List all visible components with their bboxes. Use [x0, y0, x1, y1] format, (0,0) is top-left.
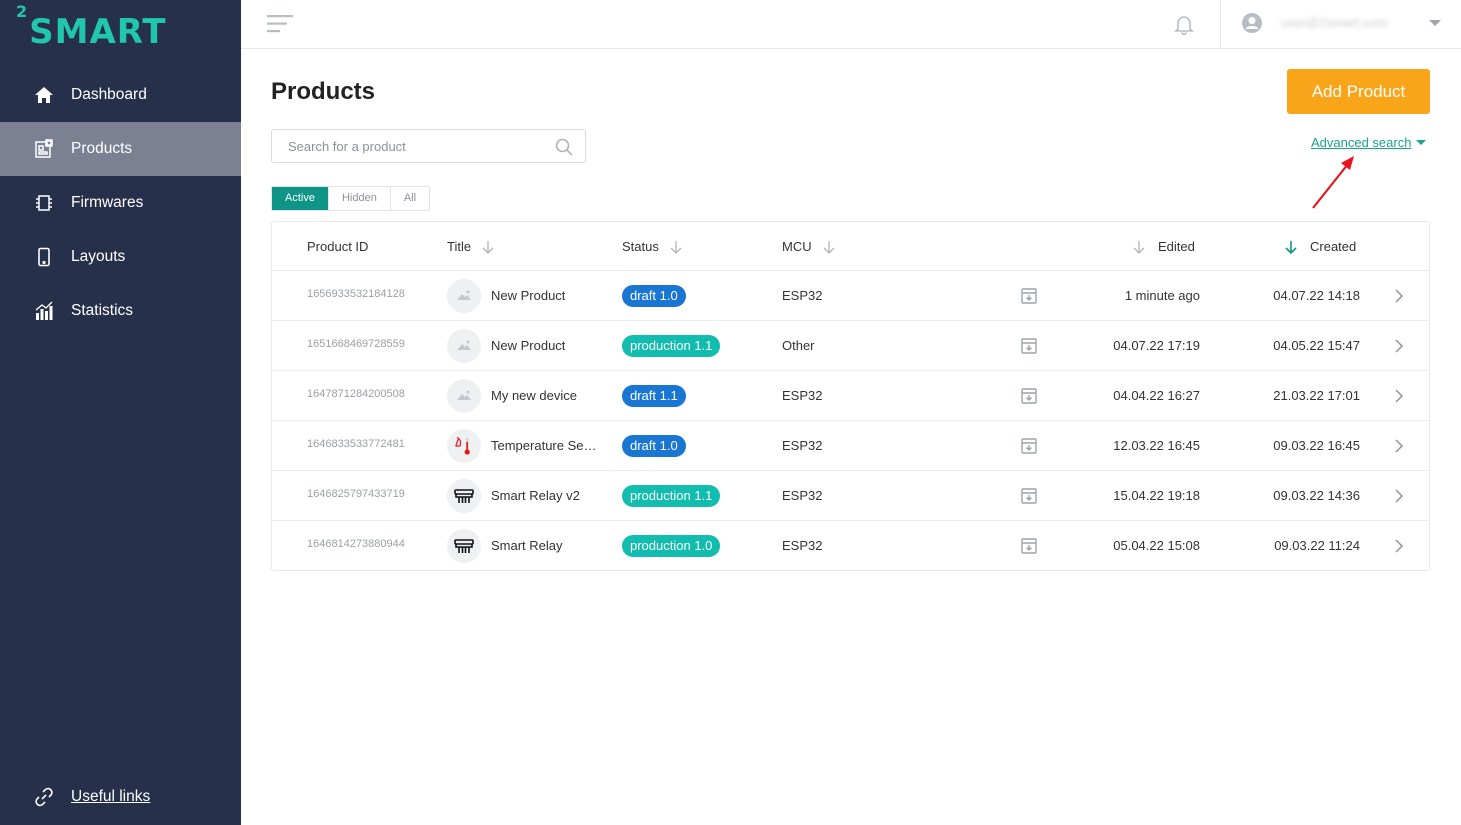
filter-all[interactable]: All: [389, 187, 429, 210]
created-date: 09.03.22 16:45: [1273, 438, 1360, 453]
top-bar: user@2smart.com: [241, 0, 1461, 49]
header-product-id[interactable]: Product ID: [307, 239, 368, 254]
row-open-button[interactable]: [1392, 321, 1406, 370]
sort-arrow-active-icon: [1285, 240, 1297, 254]
filter-hidden[interactable]: Hidden: [327, 187, 390, 210]
sidebar-item-firmwares[interactable]: Firmwares: [0, 176, 241, 230]
sidebar-item-label: Statistics: [71, 302, 134, 319]
user-email: user@2smart.com: [1281, 15, 1388, 30]
created-date: 04.05.22 15:47: [1273, 338, 1360, 353]
created-date: 21.03.22 17:01: [1273, 388, 1360, 403]
row-open-button[interactable]: [1392, 421, 1406, 470]
search-icon[interactable]: [555, 138, 573, 156]
app-logo[interactable]: 2SMART: [16, 2, 167, 52]
sidebar-item-layouts[interactable]: Layouts: [0, 230, 241, 284]
chevron-right-icon: [1395, 488, 1404, 503]
sort-arrow-icon: [823, 240, 835, 254]
table-row[interactable]: 1646814273880944 Smart Relay production …: [272, 521, 1429, 571]
table-row[interactable]: 1656933532184128 New Product draft 1.0 E…: [272, 271, 1429, 321]
sidebar-item-label: Dashboard: [71, 86, 147, 103]
row-open-button[interactable]: [1392, 471, 1406, 520]
header-mcu[interactable]: MCU: [782, 239, 836, 254]
phone-icon: [38, 247, 50, 267]
advanced-search-label: Advanced search: [1311, 135, 1412, 150]
chevron-down-icon: [1429, 20, 1441, 26]
chip-icon: [36, 195, 52, 211]
chevron-right-icon: [1395, 438, 1404, 453]
page-title: Products: [271, 78, 376, 105]
advanced-search-link[interactable]: Advanced search: [1311, 135, 1427, 150]
row-open-button[interactable]: [1392, 521, 1406, 570]
search-box: [271, 129, 586, 163]
sidebar: 2SMART Dashboard Products Firmwares Layo…: [0, 0, 241, 825]
bell-icon[interactable]: [1173, 13, 1195, 35]
link-icon: [35, 787, 53, 807]
created-date: 09.03.22 11:24: [1274, 538, 1360, 553]
chevron-right-icon: [1395, 288, 1404, 303]
chevron-right-icon: [1395, 388, 1404, 403]
header-title[interactable]: Title: [447, 239, 495, 254]
caret-down-icon: [1416, 140, 1427, 145]
sort-arrow-icon: [670, 240, 682, 254]
home-icon: [35, 87, 53, 103]
useful-links-label: Useful links: [71, 788, 151, 805]
sort-arrow-icon: [482, 240, 494, 254]
add-product-button[interactable]: Add Product: [1287, 69, 1430, 114]
sort-arrow-icon: [1133, 240, 1145, 254]
header-created[interactable]: Created: [1284, 239, 1356, 254]
sidebar-item-products[interactable]: Products: [0, 122, 241, 176]
table-row[interactable]: 1647871284200508 My new device draft 1.1…: [272, 371, 1429, 421]
sidebar-nav: Dashboard Products Firmwares Layouts Sta…: [0, 68, 241, 338]
bar-chart-icon: [35, 301, 53, 320]
sidebar-item-label: Firmwares: [71, 194, 144, 211]
user-avatar-icon: [1242, 13, 1262, 33]
chevron-right-icon: [1395, 338, 1404, 353]
sidebar-item-label: Layouts: [71, 248, 126, 265]
menu-toggle-icon[interactable]: [267, 14, 295, 34]
products-icon: [35, 139, 53, 158]
row-open-button[interactable]: [1392, 271, 1406, 320]
useful-links[interactable]: Useful links: [34, 787, 150, 807]
header-status[interactable]: Status: [622, 239, 683, 254]
user-menu[interactable]: user@2smart.com: [1220, 0, 1461, 48]
sidebar-item-label: Products: [71, 140, 133, 157]
created-date: 09.03.22 14:36: [1273, 488, 1360, 503]
sidebar-item-statistics[interactable]: Statistics: [0, 284, 241, 338]
table-row[interactable]: 1646825797433719 Smart Relay v2 producti…: [272, 471, 1429, 521]
chevron-right-icon: [1395, 538, 1404, 553]
table-row[interactable]: 1646833533772481 Temperature Sensor draf…: [272, 421, 1429, 471]
table-header: Product ID Title Status MCU Edited Creat…: [272, 222, 1429, 271]
created-date: 04.07.22 14:18: [1273, 288, 1360, 303]
products-table: Product ID Title Status MCU Edited Creat…: [271, 221, 1430, 571]
filter-active[interactable]: Active: [272, 187, 328, 210]
visibility-filter: Active Hidden All: [271, 186, 431, 211]
sidebar-item-dashboard[interactable]: Dashboard: [0, 68, 241, 122]
annotation-arrow: [1312, 156, 1354, 209]
header-edited[interactable]: Edited: [1132, 239, 1195, 254]
table-row[interactable]: 1651668469728559 New Product production …: [272, 321, 1429, 371]
row-open-button[interactable]: [1392, 371, 1406, 420]
search-input[interactable]: [272, 130, 542, 162]
